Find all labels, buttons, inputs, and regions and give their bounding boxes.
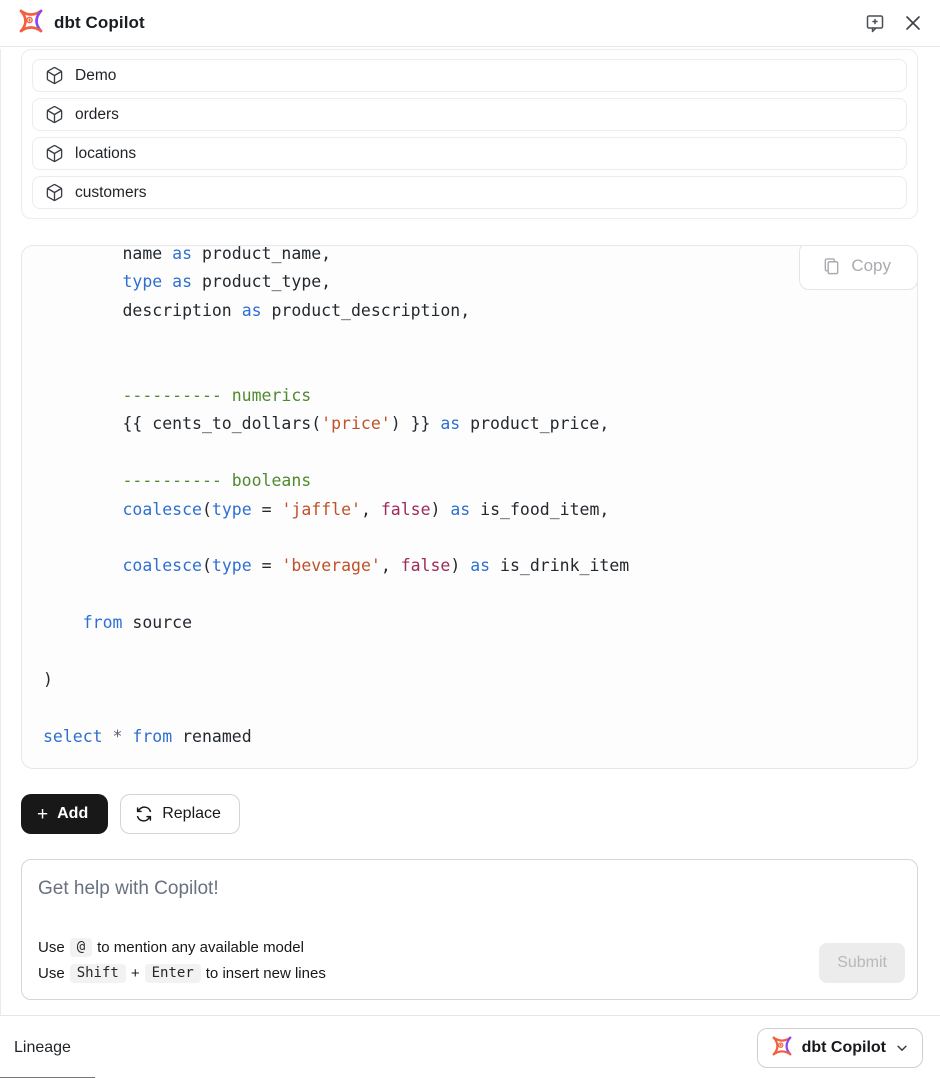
panel-body: Demo orders locations customers Copy nam… bbox=[0, 49, 940, 1015]
model-chip-label: Demo bbox=[75, 67, 116, 85]
dbt-copilot-logo bbox=[771, 1036, 793, 1061]
replace-button[interactable]: Replace bbox=[120, 794, 240, 834]
model-chip-label: customers bbox=[75, 184, 147, 202]
add-button[interactable]: + Add bbox=[21, 794, 108, 834]
hint-line: Use @ to mention any available model bbox=[38, 934, 326, 960]
model-chip-orders[interactable]: orders bbox=[32, 98, 907, 131]
model-chip-label: locations bbox=[75, 145, 136, 163]
dbt-copilot-logo bbox=[18, 9, 44, 38]
prompt-hints: Use @ to mention any available model Use Shi… bbox=[38, 934, 326, 986]
chevron-down-icon bbox=[895, 1041, 909, 1055]
prompt-placeholder: Get help with Copilot! bbox=[38, 878, 219, 900]
model-cube-icon bbox=[45, 144, 64, 163]
tab-lineage[interactable]: Lineage bbox=[14, 1039, 71, 1057]
model-chip-label: orders bbox=[75, 106, 119, 124]
model-chip-customers[interactable]: customers bbox=[32, 176, 907, 209]
plus-icon: + bbox=[37, 805, 48, 824]
hint-text: to insert new lines bbox=[206, 965, 326, 982]
model-chip-locations[interactable]: locations bbox=[32, 137, 907, 170]
keyboard-key: Shift bbox=[70, 964, 126, 983]
prompt-input[interactable]: Get help with Copilot! Use @ to mention an… bbox=[21, 859, 918, 1000]
submit-button[interactable]: Submit bbox=[819, 943, 905, 983]
hint-line: Use Shift + Enter to insert new lines bbox=[38, 960, 326, 986]
dbt-copilot-logo-icon bbox=[771, 1036, 793, 1056]
popout-insert-button[interactable] bbox=[863, 11, 888, 36]
model-chips-container: Demo orders locations customers bbox=[21, 49, 918, 219]
keyboard-key: Enter bbox=[145, 964, 201, 983]
close-button[interactable] bbox=[902, 12, 924, 34]
sql-code[interactable]: name as product_name, type as product_ty… bbox=[22, 245, 917, 769]
dbt-copilot-logo-icon bbox=[18, 9, 44, 33]
close-icon bbox=[904, 14, 922, 32]
hint-text: to mention any available model bbox=[97, 939, 304, 956]
keyboard-key: @ bbox=[70, 938, 92, 957]
copilot-dropdown[interactable]: dbt Copilot bbox=[757, 1028, 923, 1068]
refresh-icon bbox=[135, 805, 153, 823]
add-button-label: Add bbox=[57, 805, 88, 823]
panel-title: dbt Copilot bbox=[54, 13, 145, 33]
hint-text: Use bbox=[38, 965, 65, 982]
popout-insert-icon bbox=[865, 13, 886, 34]
model-cube-icon bbox=[45, 66, 64, 85]
copy-button[interactable]: Copy bbox=[799, 245, 918, 290]
hint-text: Use bbox=[38, 939, 65, 956]
model-cube-icon bbox=[45, 105, 64, 124]
hint-text: + bbox=[131, 965, 140, 982]
bottom-bar: Lineage dbt Copilot bbox=[0, 1015, 940, 1078]
panel-header: dbt Copilot bbox=[0, 0, 940, 47]
action-row: + Add Replace bbox=[21, 794, 918, 834]
copy-button-label: Copy bbox=[851, 256, 891, 276]
replace-button-label: Replace bbox=[162, 805, 221, 823]
model-chip-demo[interactable]: Demo bbox=[32, 59, 907, 92]
copilot-dropdown-label: dbt Copilot bbox=[802, 1039, 886, 1057]
code-block: Copy name as product_name, type as produ… bbox=[21, 245, 918, 769]
copy-icon bbox=[822, 257, 841, 276]
model-cube-icon bbox=[45, 183, 64, 202]
